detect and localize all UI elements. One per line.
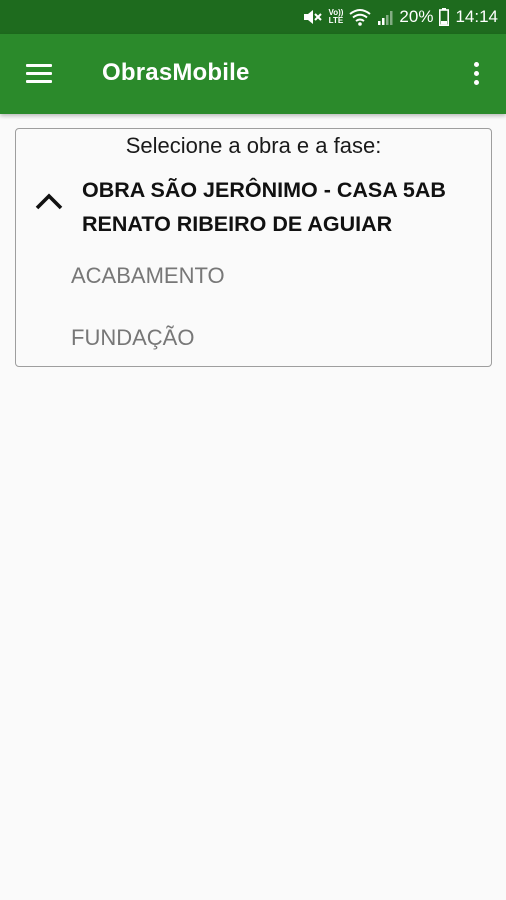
app-bar: ObrasMobile	[0, 34, 506, 114]
signal-icon	[377, 9, 393, 25]
phase-item-acabamento[interactable]: ACABAMENTO	[71, 263, 225, 289]
app-title: ObrasMobile	[102, 59, 250, 86]
volte-label-bottom: LTE	[328, 16, 344, 25]
obra-title-line-2: RENATO RIBEIRO DE AGUIAR	[82, 212, 393, 236]
battery-icon	[439, 8, 450, 26]
chevron-up-icon	[35, 193, 63, 210]
selector-prompt: Selecione a obra e a fase:	[125, 133, 382, 158]
mute-icon	[302, 8, 323, 26]
obra-group-header[interactable]: OBRA SÃO JERÔNIMO - CASA 5AB RENATO RIBE…	[16, 169, 491, 239]
obra-title-line-1: OBRA SÃO JERÔNIMO - CASA 5AB	[82, 178, 446, 202]
status-bar: Vo)) LTE 20% 14:14	[0, 0, 506, 34]
obra-fase-selector-card: Selecione a obra e a fase: OBRA SÃO JERÔ…	[15, 128, 492, 367]
obra-title: OBRA SÃO JERÔNIMO - CASA 5AB RENATO RIBE…	[82, 173, 446, 241]
hamburger-menu-icon[interactable]	[22, 60, 56, 88]
phase-item-fundacao[interactable]: FUNDAÇÃO	[71, 325, 194, 351]
clock: 14:14	[455, 7, 498, 26]
volte-icon: Vo)) LTE	[328, 9, 343, 25]
battery-percentage: 20%	[399, 7, 434, 26]
more-vertical-icon[interactable]	[464, 58, 488, 90]
wifi-icon	[349, 8, 372, 26]
